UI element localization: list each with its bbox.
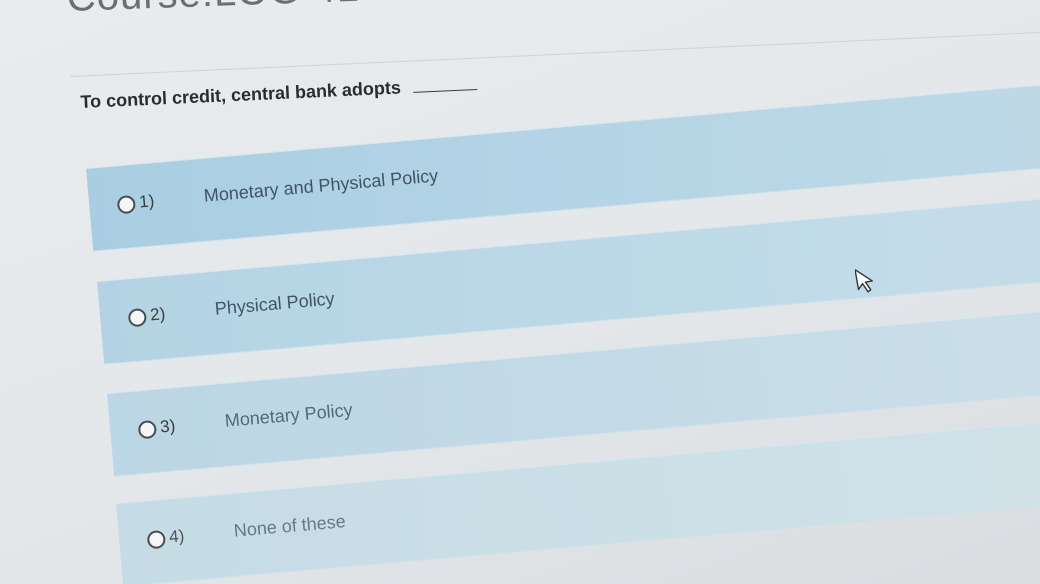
option-label[interactable]: None of these — [233, 511, 346, 542]
option-number: 2) — [149, 304, 167, 325]
option-label[interactable]: Physical Policy — [214, 288, 335, 319]
option-number: 4) — [168, 526, 186, 547]
quiz-page: Course:LOG 41 To control credit, central… — [0, 0, 1040, 584]
option-number: 3) — [159, 416, 177, 437]
radio-button-icon[interactable] — [116, 194, 137, 215]
option-label[interactable]: Monetary and Physical Policy — [203, 165, 439, 206]
radio-button-icon[interactable] — [127, 307, 148, 328]
question-label: To control credit, central bank adopts — [80, 77, 402, 112]
radio-button-icon[interactable] — [137, 419, 158, 440]
question-text: To control credit, central bank adopts — [80, 74, 478, 113]
option-label[interactable]: Monetary Policy — [224, 400, 353, 432]
header-divider — [70, 31, 1040, 77]
course-title: Course:LOG 41 — [66, 0, 361, 21]
mouse-pointer-icon — [855, 269, 873, 293]
option-number: 1) — [138, 191, 156, 212]
answer-blank — [413, 88, 478, 93]
radio-button-icon[interactable] — [146, 529, 167, 550]
